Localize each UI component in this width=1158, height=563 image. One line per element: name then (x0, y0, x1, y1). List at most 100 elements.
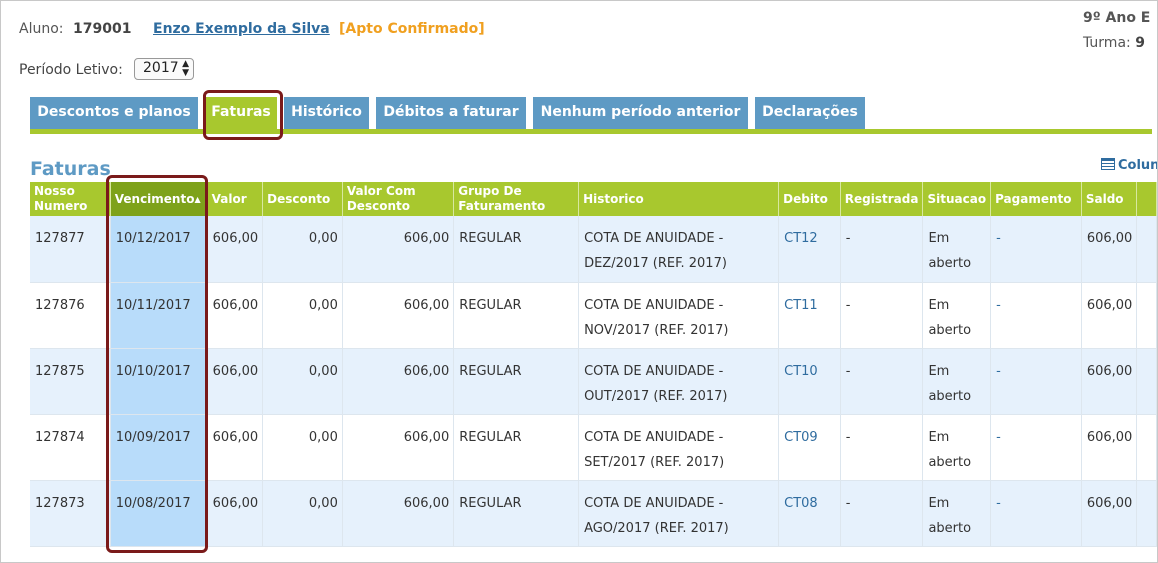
cell-nosso-numero: 127873 (30, 480, 111, 547)
cell-saldo: 606,00 (1081, 282, 1138, 349)
cell-nosso-numero: 127874 (30, 414, 111, 481)
cell-historico: COTA DE ANUIDADE - OUT/2017 (REF. 2017) (578, 348, 780, 415)
tab-periodo-anterior[interactable]: Nenhum período anterior (533, 97, 748, 129)
cell-extra (1136, 480, 1157, 547)
cell-grupo: REGULAR (453, 282, 580, 349)
col-nosso-numero[interactable]: Nosso Numero (30, 182, 111, 216)
cell-pagamento: - (990, 216, 1082, 283)
aluno-name-link[interactable]: Enzo Exemplo da Silva (153, 21, 330, 37)
cell-historico: COTA DE ANUIDADE - AGO/2017 (REF. 2017) (578, 480, 780, 547)
cell-debito: CT12 (778, 216, 841, 283)
col-desconto[interactable]: Desconto (262, 182, 343, 216)
pagamento-link[interactable]: - (996, 430, 1001, 445)
cell-valor: 606,00 (207, 414, 264, 481)
pagamento-link[interactable]: - (996, 298, 1001, 313)
cell-historico: COTA DE ANUIDADE - DEZ/2017 (REF. 2017) (578, 216, 780, 283)
cell-debito: CT10 (778, 348, 841, 415)
col-registrada[interactable]: Registrada (840, 182, 924, 216)
cell-extra (1136, 216, 1157, 283)
cell-pagamento: - (990, 282, 1082, 349)
pagamento-link[interactable]: - (996, 364, 1001, 379)
cell-situacao: Em aberto (922, 282, 992, 349)
col-saldo[interactable]: Saldo (1081, 182, 1138, 216)
cell-historico: COTA DE ANUIDADE - NOV/2017 (REF. 2017) (578, 282, 780, 349)
col-historico[interactable]: Historico (578, 182, 780, 216)
section-title: Faturas (30, 158, 111, 180)
turma-label: Turma: (1083, 35, 1131, 51)
cell-grupo: REGULAR (453, 216, 580, 283)
cell-nosso-numero: 127877 (30, 216, 111, 283)
cell-extra (1136, 348, 1157, 415)
col-valor-com-desconto[interactable]: Valor Com Desconto (342, 182, 455, 216)
highlight-vencimento-column (106, 175, 208, 553)
cell-pagamento: - (990, 480, 1082, 547)
cell-historico: COTA DE ANUIDADE - SET/2017 (REF. 2017) (578, 414, 780, 481)
periodo-selected-value: 2017 (143, 60, 179, 76)
cell-saldo: 606,00 (1081, 348, 1138, 415)
cell-grupo: REGULAR (453, 414, 580, 481)
cell-situacao: Em aberto (922, 414, 992, 481)
cell-registrada: - (840, 480, 924, 547)
turma-info: Turma: 9 (1083, 35, 1145, 51)
cell-valor: 606,00 (207, 282, 264, 349)
cell-desconto: 0,00 (262, 282, 343, 349)
turma-value: 9 (1135, 35, 1145, 51)
cell-nosso-numero: 127875 (30, 348, 111, 415)
debito-link[interactable]: CT08 (784, 496, 818, 511)
cell-situacao: Em aberto (922, 216, 992, 283)
periodo-label: Período Letivo: (19, 62, 123, 78)
col-debito[interactable]: Debito (778, 182, 841, 216)
cell-saldo: 606,00 (1081, 216, 1138, 283)
cell-extra (1136, 414, 1157, 481)
cell-valor-com-desconto: 606,00 (342, 216, 455, 283)
cell-desconto: 0,00 (262, 216, 343, 283)
cell-situacao: Em aberto (922, 348, 992, 415)
aluno-status-badge: [Apto Confirmado] (339, 21, 485, 37)
cell-valor-com-desconto: 606,00 (342, 282, 455, 349)
cell-valor: 606,00 (207, 216, 264, 283)
page-frame: Aluno: 179001 Enzo Exemplo da Silva [Apt… (0, 0, 1158, 563)
debito-link[interactable]: CT12 (784, 231, 818, 246)
cell-pagamento: - (990, 348, 1082, 415)
colunas-button[interactable]: Colun (1101, 158, 1158, 173)
periodo-select[interactable]: 2017 ▲ ▼ (134, 58, 194, 80)
col-valor[interactable]: Valor (207, 182, 264, 216)
cell-saldo: 606,00 (1081, 480, 1138, 547)
debito-link[interactable]: CT11 (784, 298, 818, 313)
tab-declaracoes[interactable]: Declarações (755, 97, 865, 129)
cell-registrada: - (840, 282, 924, 349)
debito-link[interactable]: CT09 (784, 430, 818, 445)
cell-valor-com-desconto: 606,00 (342, 414, 455, 481)
col-grupo[interactable]: Grupo De Faturamento (453, 182, 580, 216)
debito-link[interactable]: CT10 (784, 364, 818, 379)
tab-historico[interactable]: Histórico (284, 97, 369, 129)
cell-desconto: 0,00 (262, 414, 343, 481)
cell-situacao: Em aberto (922, 480, 992, 547)
cell-debito: CT08 (778, 480, 841, 547)
tab-descontos[interactable]: Descontos e planos (30, 97, 198, 129)
cell-valor: 606,00 (207, 348, 264, 415)
cell-extra (1136, 282, 1157, 349)
colunas-label: Colun (1118, 158, 1158, 173)
cell-desconto: 0,00 (262, 348, 343, 415)
tab-debitos[interactable]: Débitos a faturar (376, 97, 526, 129)
pagamento-link[interactable]: - (996, 496, 1001, 511)
cell-valor-com-desconto: 606,00 (342, 348, 455, 415)
ano-label: 9º Ano E (1083, 10, 1151, 26)
select-arrows-icon: ▲ ▼ (182, 59, 189, 78)
cell-grupo: REGULAR (453, 480, 580, 547)
cell-registrada: - (840, 216, 924, 283)
aluno-label: Aluno: (19, 21, 64, 37)
cell-nosso-numero: 127876 (30, 282, 111, 349)
col-pagamento[interactable]: Pagamento (990, 182, 1082, 216)
cell-pagamento: - (990, 414, 1082, 481)
col-situacao[interactable]: Situacao (922, 182, 992, 216)
aluno-number: 179001 (73, 21, 132, 37)
cell-debito: CT09 (778, 414, 841, 481)
pagamento-link[interactable]: - (996, 231, 1001, 246)
cell-grupo: REGULAR (453, 348, 580, 415)
columns-icon (1101, 158, 1115, 170)
cell-valor-com-desconto: 606,00 (342, 480, 455, 547)
cell-registrada: - (840, 414, 924, 481)
cell-desconto: 0,00 (262, 480, 343, 547)
